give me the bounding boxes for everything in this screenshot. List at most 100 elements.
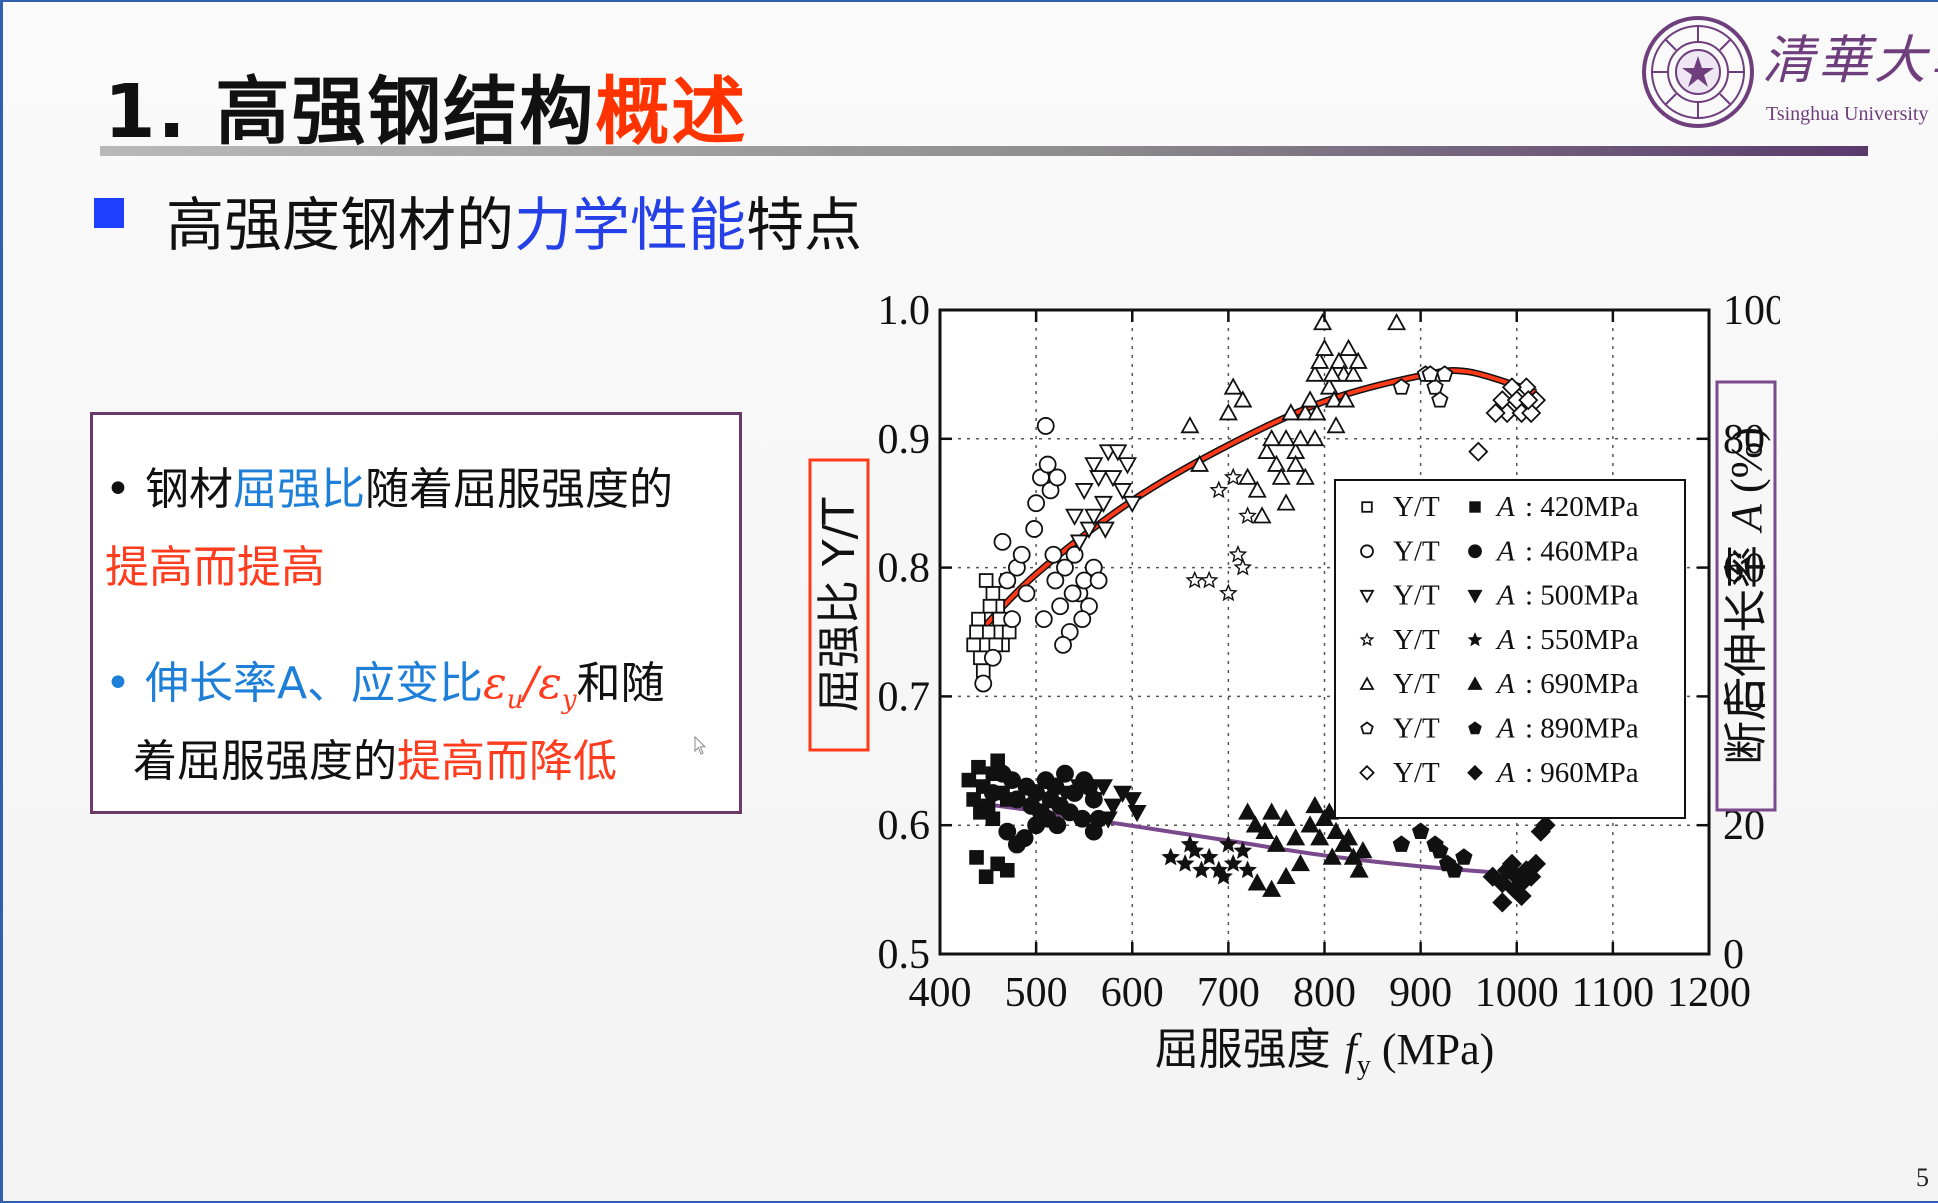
yt-point-square [982, 598, 998, 614]
legend-label-a: A [1495, 491, 1515, 523]
subtitle-bullet [94, 198, 124, 228]
x-tick-label: 1000 [1475, 970, 1559, 1016]
a-point-circle [1048, 816, 1067, 835]
a-point-square [978, 869, 994, 885]
legend-label-a: A [1495, 535, 1515, 567]
yt-point-circle [1073, 610, 1092, 629]
yt-point-circle [1003, 610, 1021, 629]
yt-point-square [978, 573, 994, 588]
title-number: 1. [104, 69, 188, 155]
yt-point-circle [998, 571, 1017, 590]
legend-marker-yt [1361, 501, 1373, 513]
yt-point-circle [1036, 417, 1055, 435]
legend-label-yt: Y/T [1393, 668, 1440, 700]
legend-label-yt: Y/T [1393, 624, 1440, 656]
legend-label-grade: : 420MPa [1525, 491, 1639, 523]
summary-line-1: • 钢材屈强比随着屈服强度的 [105, 453, 673, 517]
yt-point-circle [993, 532, 1012, 551]
line1-c: 随着屈服强度的 [364, 464, 673, 515]
legend-label-a: A [1495, 713, 1515, 745]
page-title: 1. 高强钢结构概述 [104, 52, 747, 159]
yt-point-circle [1051, 597, 1070, 616]
y-tick-label-left: 1.0 [878, 288, 931, 334]
y-tick-label-right: 0 [1723, 932, 1744, 978]
subtitle: 高强度钢材的力学性能特点 [166, 178, 862, 262]
title-divider [100, 146, 1868, 156]
x-axis-title-sub: y [1357, 1050, 1371, 1081]
y-tick-label-right: 100 [1723, 288, 1780, 334]
legend-label-a: A [1495, 580, 1515, 612]
line1-b: 屈强比 [232, 464, 365, 515]
y-tick-label-left: 0.8 [878, 546, 931, 592]
legend-label-a: A [1495, 624, 1515, 656]
line4-b: 提高而降低 [397, 736, 617, 787]
x-axis-title-text: 屈服强度 [1155, 1024, 1345, 1075]
chart-legend: Y/T A: 420MPa Y/T A: 460MPa Y/T A: 500MPa Y/T A… [1334, 479, 1686, 819]
subtitle-highlight: 力学性能 [514, 191, 747, 259]
subtitle-pre: 高强度钢材的 [166, 191, 515, 259]
legend-marker-a [1469, 501, 1481, 513]
yt-point-circle [1089, 571, 1108, 590]
strain-ratio: εu/εy [483, 658, 577, 715]
yield-ratio-chart: 400 500 600 700 800 900 1000 1100 12000.50.60.70… [808, 288, 1780, 1081]
yt-point-circle [1054, 635, 1072, 654]
x-axis-title: 屈服强度 fy (MPa) [1155, 1024, 1495, 1081]
a-point-circle [1084, 822, 1103, 841]
line1-a: 钢材 [144, 464, 233, 515]
line4-a: 着屈服强度的 [133, 736, 397, 787]
x-tick-label: 600 [1101, 970, 1164, 1016]
title-highlight: 概述 [595, 69, 748, 155]
x-axis-title-unit: (MPa) [1371, 1025, 1494, 1074]
legend-label-grade: : 690MPa [1525, 668, 1639, 700]
yt-point-square [985, 586, 1001, 601]
legend-label-yt: Y/T [1393, 535, 1440, 567]
yt-point-circle [1044, 545, 1063, 564]
logo-text-chinese: 清華大學 [1762, 31, 1938, 91]
yt-point-circle [974, 674, 993, 693]
y-tick-label-left: 0.9 [878, 417, 931, 463]
legend-label-grade: : 550MPa [1525, 624, 1639, 656]
summary-line-2: 提高而提高 [105, 542, 325, 593]
x-tick-label: 900 [1389, 970, 1452, 1016]
legend-marker-yt [1360, 544, 1374, 559]
y-tick-label-left: 0.7 [878, 674, 931, 720]
yt-point-square [969, 624, 984, 640]
yt-point-circle [1025, 520, 1044, 538]
a-point-square [961, 772, 977, 788]
y-axis-title-left: 屈强比 Y/T [814, 498, 865, 713]
title-main: 高强钢结构 [215, 69, 596, 155]
yt-point-circle [1012, 545, 1031, 564]
y-axis-title-right: 断后伸长率 A (%) [1721, 427, 1772, 765]
legend-label-a: A [1495, 668, 1515, 700]
legend-label-yt: Y/T [1393, 580, 1440, 612]
a-point-square [973, 805, 988, 820]
yt-point-circle [1063, 584, 1082, 603]
bullet-dot-2: • [105, 658, 131, 709]
yt-point-circle [1017, 584, 1036, 603]
yt-point-circle [1027, 494, 1046, 513]
legend-label-yt: Y/T [1393, 491, 1440, 523]
logo-text-english: Tsinghua University [1766, 103, 1929, 125]
a-point-square [966, 792, 981, 807]
a-point-square [985, 811, 1001, 827]
a-point-circle [983, 784, 1002, 802]
a-point-square [971, 759, 986, 775]
x-tick-label: 700 [1197, 970, 1260, 1016]
a-point-circle [1015, 829, 1034, 847]
bullet-dot: • [105, 464, 131, 515]
legend-label-yt: Y/T [1393, 713, 1440, 745]
yt-point-circle [983, 648, 1002, 667]
page-number: 5 [1916, 1163, 1929, 1192]
legend-label-grade: : 960MPa [1525, 757, 1639, 789]
legend-label-grade: : 460MPa [1525, 535, 1639, 567]
y-tick-label-left: 0.6 [878, 803, 931, 849]
yt-point-square [971, 611, 986, 627]
legend-label-a: A [1495, 757, 1515, 789]
x-tick-label: 500 [1005, 970, 1068, 1016]
line3-a: 伸长率A、应变比 [144, 658, 484, 709]
y-axis-title-right-text: 断后伸长率 [1721, 531, 1772, 765]
legend-label-yt: Y/T [1393, 757, 1440, 789]
summary-line-3: • 伸长率A、应变比εu/εy和随 [105, 647, 665, 715]
y-axis-title-right-unit: (%) [1722, 427, 1771, 504]
subtitle-post: 特点 [746, 191, 863, 259]
